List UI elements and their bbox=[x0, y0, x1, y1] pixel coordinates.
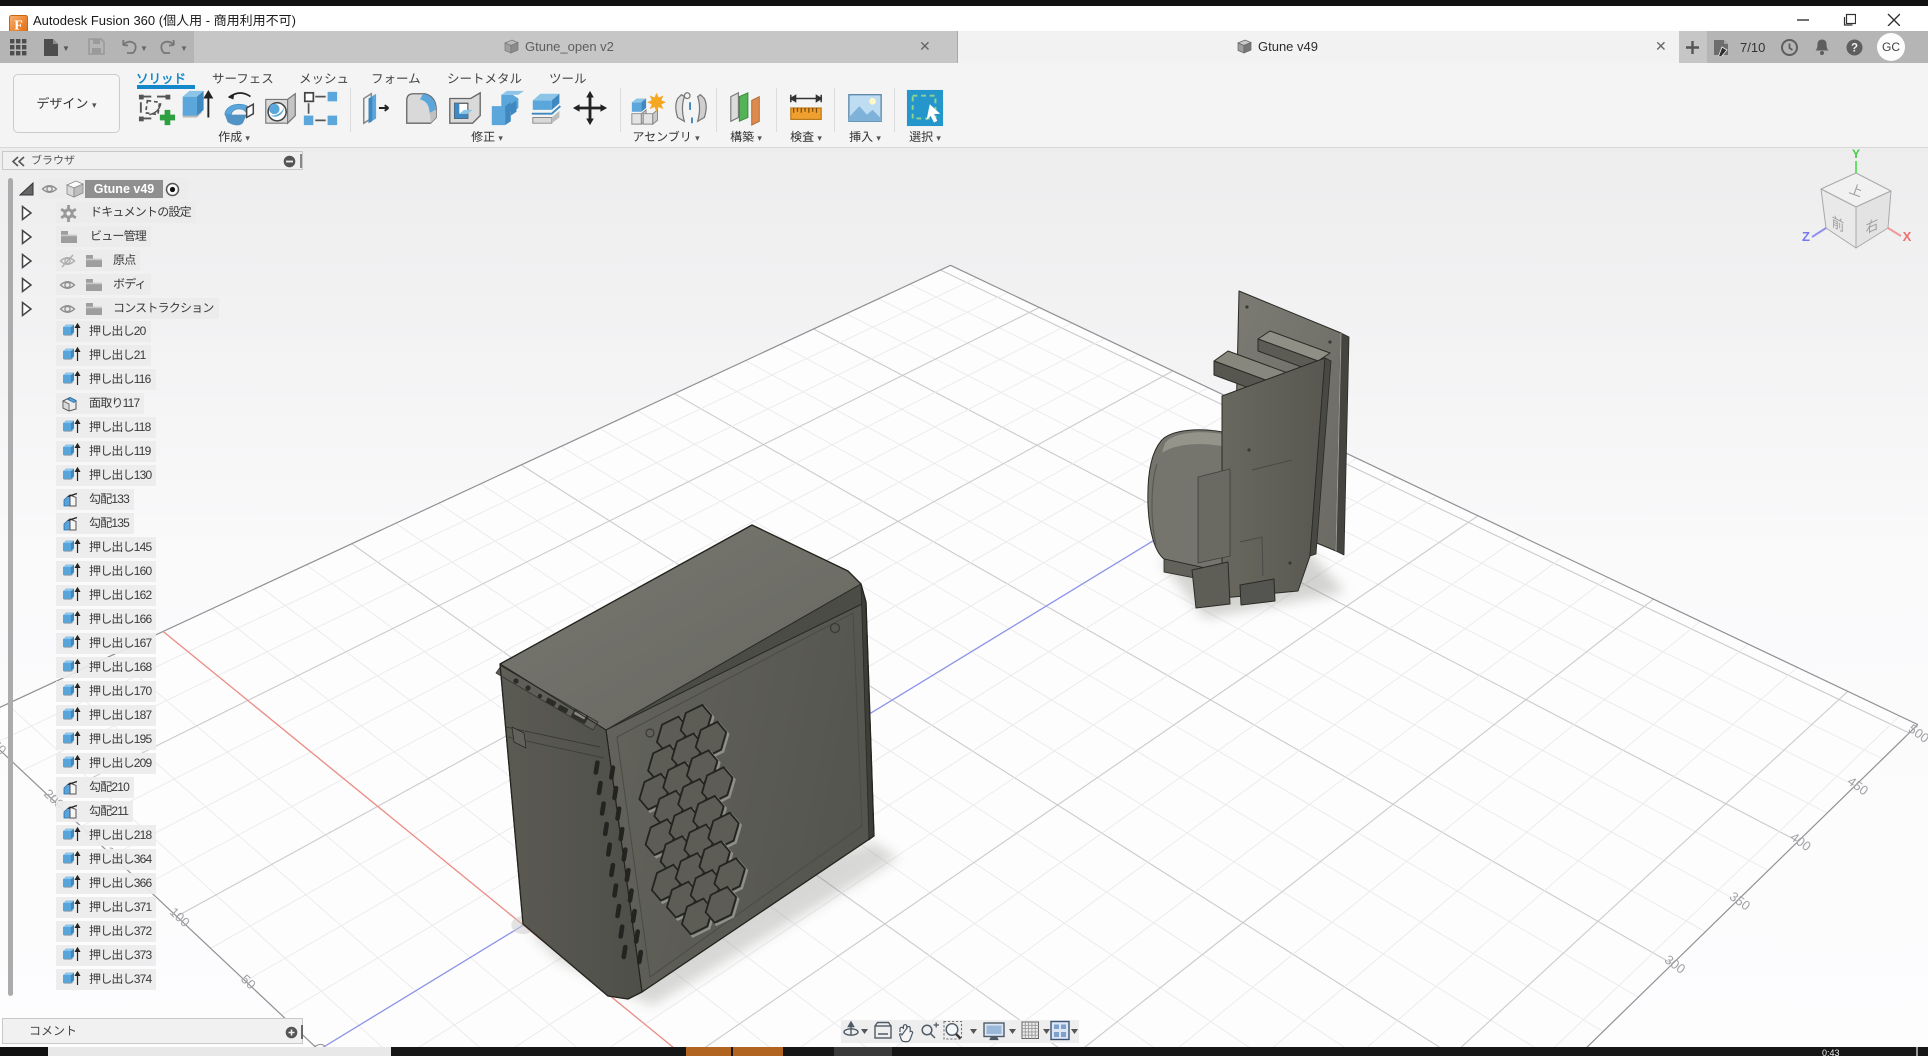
svg-text:Y: Y bbox=[1852, 148, 1860, 161]
svg-text:X: X bbox=[1903, 229, 1912, 244]
svg-text:?: ? bbox=[1851, 43, 1858, 55]
svg-text:Z: Z bbox=[1802, 229, 1810, 244]
